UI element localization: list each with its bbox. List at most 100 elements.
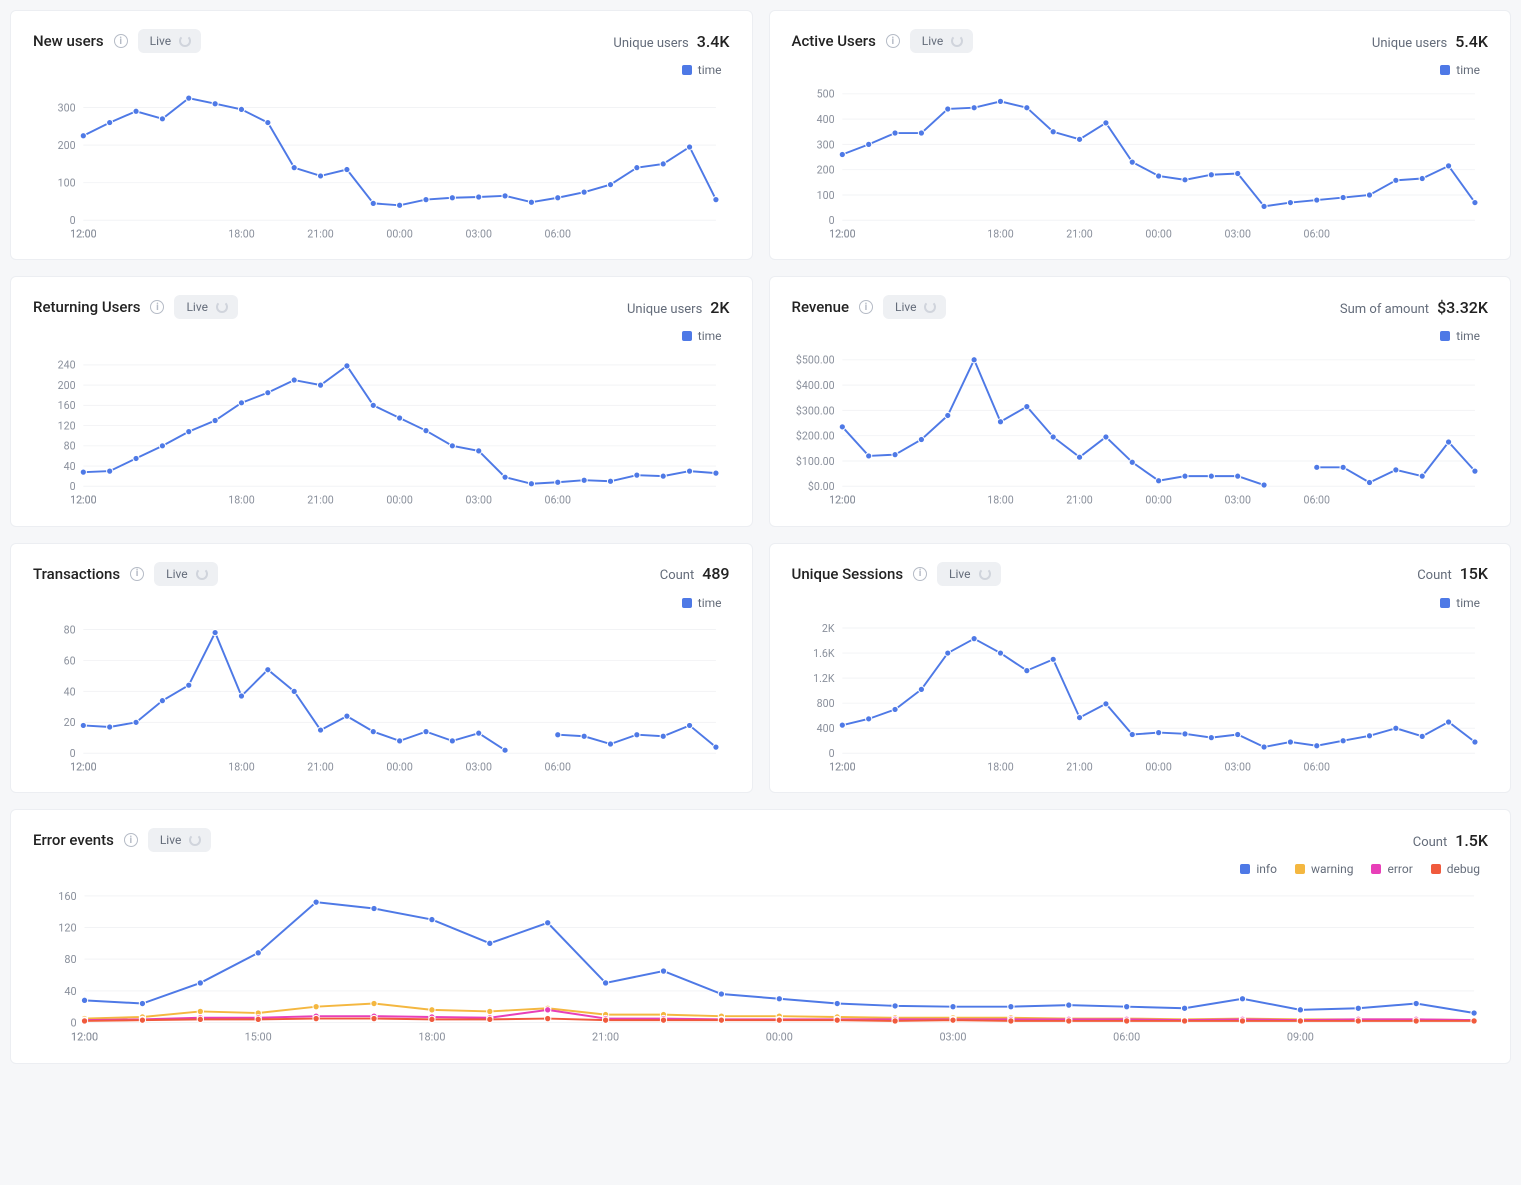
chart-card-unique-sessions: Unique SessionsiLiveCount15Ktime04008001… [769, 543, 1512, 793]
legend-label: info [1256, 862, 1277, 876]
svg-text:03:00: 03:00 [1224, 228, 1250, 241]
svg-text:0: 0 [70, 1017, 76, 1030]
card-title: Active Users [792, 32, 876, 50]
svg-text:800: 800 [816, 697, 834, 710]
legend-swatch [1440, 65, 1450, 75]
info-icon[interactable]: i [130, 567, 144, 581]
legend-item[interactable]: time [682, 596, 722, 610]
svg-text:80: 80 [64, 440, 76, 453]
chart-legend: time [33, 596, 722, 610]
card-header: New usersiLiveUnique users3.4K [33, 29, 730, 53]
svg-text:03:00: 03:00 [465, 494, 491, 507]
legend-swatch [1295, 864, 1305, 874]
card-title: Transactions [33, 565, 120, 583]
legend-item[interactable]: warning [1295, 862, 1354, 876]
chart-card-new-users: New usersiLiveUnique users3.4Ktime010020… [10, 10, 753, 260]
legend-item[interactable]: info [1240, 862, 1277, 876]
metric-value: 1.5K [1455, 831, 1488, 850]
svg-text:00:00: 00:00 [386, 761, 412, 774]
svg-text:06:00: 06:00 [545, 228, 571, 241]
metric-value: 2K [710, 298, 729, 317]
svg-text:06:00: 06:00 [1303, 494, 1329, 507]
live-label: Live [922, 34, 943, 48]
chart-legend: info warning error debug [33, 862, 1480, 876]
card-header: TransactionsiLiveCount489 [33, 562, 730, 586]
chart-card-error-events: Error eventsiLiveCount1.5Kinfowarningerr… [10, 809, 1511, 1063]
live-badge[interactable]: Live [883, 295, 946, 319]
legend-label: time [698, 596, 722, 610]
legend-item[interactable]: debug [1431, 862, 1480, 876]
legend-label: debug [1447, 862, 1480, 876]
svg-text:03:00: 03:00 [465, 228, 491, 241]
legend-item[interactable]: error [1371, 862, 1412, 876]
svg-text:00:00: 00:00 [386, 228, 412, 241]
svg-text:06:00: 06:00 [545, 494, 571, 507]
legend-swatch [1440, 331, 1450, 341]
metric-label: Unique users [1372, 36, 1447, 51]
chart: 010020030040050012:0018:0021:0000:0003:0… [792, 81, 1489, 245]
chart: 0408012016020024012:0018:0021:0000:0003:… [33, 347, 730, 511]
svg-text:1.6K: 1.6K [813, 647, 835, 660]
metric-value: 15K [1460, 564, 1488, 583]
svg-text:06:00: 06:00 [545, 761, 571, 774]
card-title: Error events [33, 831, 114, 849]
chart-legend: time [792, 329, 1481, 343]
live-badge[interactable]: Live [910, 29, 973, 53]
svg-text:21:00: 21:00 [1066, 761, 1092, 774]
card-header: Active UsersiLiveUnique users5.4K [792, 29, 1489, 53]
live-label: Live [895, 300, 916, 314]
live-badge[interactable]: Live [174, 295, 237, 319]
info-icon[interactable]: i [913, 567, 927, 581]
svg-text:21:00: 21:00 [307, 228, 333, 241]
card-header: RevenueiLiveSum of amount$3.32K [792, 295, 1489, 319]
svg-text:21:00: 21:00 [307, 494, 333, 507]
chart: $0.00$100.00$200.00$300.00$400.00$500.00… [792, 347, 1489, 511]
info-icon[interactable]: i [859, 300, 873, 314]
legend-item[interactable]: time [1440, 596, 1480, 610]
legend-label: time [698, 63, 722, 77]
svg-text:0: 0 [828, 214, 834, 227]
svg-text:100: 100 [816, 189, 834, 202]
live-label: Live [186, 300, 207, 314]
svg-text:12:00: 12:00 [70, 494, 96, 507]
svg-text:06:00: 06:00 [1303, 228, 1329, 241]
live-badge[interactable]: Live [154, 562, 217, 586]
spinner-icon [924, 301, 936, 313]
svg-text:0: 0 [828, 747, 834, 760]
svg-text:03:00: 03:00 [465, 761, 491, 774]
info-icon[interactable]: i [124, 833, 138, 847]
card-title: Revenue [792, 298, 850, 316]
spinner-icon [179, 35, 191, 47]
svg-text:00:00: 00:00 [1145, 761, 1171, 774]
card-title: New users [33, 32, 104, 50]
info-icon[interactable]: i [886, 34, 900, 48]
legend-swatch [1371, 864, 1381, 874]
svg-text:200: 200 [816, 164, 834, 177]
svg-text:400: 400 [816, 722, 834, 735]
legend-item[interactable]: time [1440, 63, 1480, 77]
legend-item[interactable]: time [682, 63, 722, 77]
svg-text:40: 40 [64, 460, 76, 473]
svg-text:100: 100 [58, 177, 76, 190]
info-icon[interactable]: i [114, 34, 128, 48]
live-badge[interactable]: Live [138, 29, 201, 53]
live-badge[interactable]: Live [937, 562, 1000, 586]
svg-text:120: 120 [58, 922, 76, 935]
legend-item[interactable]: time [1440, 329, 1480, 343]
legend-swatch [1431, 864, 1441, 874]
metric-label: Count [1417, 568, 1451, 583]
svg-text:18:00: 18:00 [987, 494, 1013, 507]
card-header: Returning UsersiLiveUnique users2K [33, 295, 730, 319]
card-header: Unique SessionsiLiveCount15K [792, 562, 1489, 586]
chart-legend: time [792, 596, 1481, 610]
live-badge[interactable]: Live [148, 828, 211, 852]
legend-swatch [682, 331, 692, 341]
svg-text:21:00: 21:00 [592, 1031, 619, 1044]
info-icon[interactable]: i [150, 300, 164, 314]
legend-swatch [682, 65, 692, 75]
svg-text:00:00: 00:00 [766, 1031, 793, 1044]
live-label: Live [166, 567, 187, 581]
legend-item[interactable]: time [682, 329, 722, 343]
chart: 010020030012:0018:0021:0000:0003:0006:00… [33, 81, 730, 245]
live-label: Live [949, 567, 970, 581]
